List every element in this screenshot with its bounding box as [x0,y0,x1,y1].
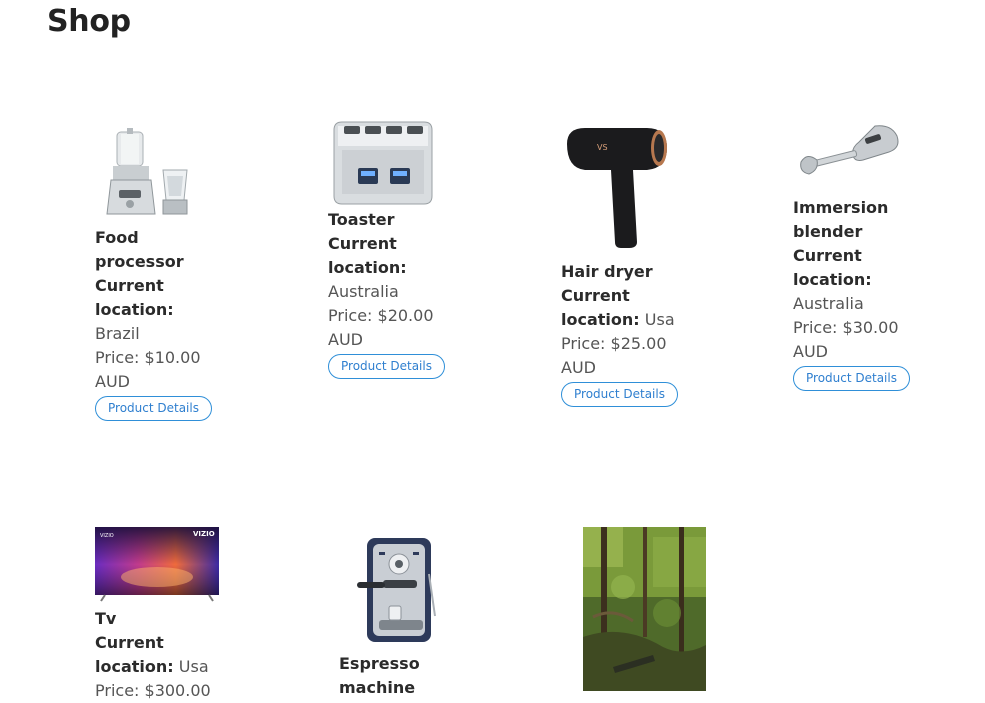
product-details-button[interactable]: Product Details [95,396,212,421]
product-location: Australia [793,294,864,313]
product-name: Toaster [328,210,395,229]
product-price: $20.00 [377,306,434,325]
current-location-label: Current location: [793,246,872,289]
product-name: Tv [95,609,117,628]
product-details-button[interactable]: Product Details [793,366,910,391]
product-card-immersion-blender: Immersion blender Current location: Aust… [793,122,918,391]
svg-text:VIZIO: VIZIO [100,533,114,539]
toaster-image[interactable] [328,116,438,206]
food-processor-image[interactable] [95,128,205,220]
product-card-toaster: Toaster Current location: Australia Pric… [328,116,453,379]
product-name: Food processor [95,228,184,271]
product-details-button[interactable]: Product Details [561,382,678,407]
svg-text:VS: VS [597,143,608,152]
product-name: Immersion blender [793,198,889,241]
product-card-food-processor: Food processor Current location: Brazil … [95,128,220,421]
product-location: Australia [328,282,399,301]
product-card-tv: VIZIO VIZIO Tv Current location: Usa Pri… [95,527,220,703]
product-currency: AUD [328,330,363,349]
price-label: Price: [561,334,606,353]
immersion-blender-image[interactable] [793,122,905,184]
forest-image[interactable] [583,527,706,691]
price-label: Price: [95,348,140,367]
current-location-label: Current location: [561,286,640,329]
product-currency: AUD [793,342,828,361]
product-card-hair-dryer: VS Hair dryer Current location: Usa Pric… [561,122,686,407]
product-info: Tv Current location: Usa Price: $300.00 [95,607,220,703]
product-currency: AUD [561,358,596,377]
product-location: Brazil [95,324,140,343]
product-details-button[interactable]: Product Details [328,354,445,379]
product-card-espresso-machine: Espresso machine [339,534,464,700]
price-label: Price: [328,306,373,325]
current-location-label: Current location: [95,276,174,319]
hair-dryer-image[interactable]: VS [561,122,673,250]
product-price: $10.00 [144,348,201,367]
tv-image[interactable]: VIZIO VIZIO [95,527,219,603]
svg-text:VIZIO: VIZIO [193,530,215,538]
product-location: Usa [178,657,209,676]
page-title: Shop [47,4,131,39]
product-price: $25.00 [610,334,667,353]
current-location-label: Current location: [328,234,407,277]
product-price: $30.00 [842,318,899,337]
product-currency: AUD [95,372,130,391]
product-info: Espresso machine [339,652,464,700]
product-name: Hair dryer [561,262,653,281]
price-label: Price: [793,318,838,337]
product-name: Espresso machine [339,654,420,697]
product-info: Food processor Current location: Brazil … [95,226,220,394]
product-info: Immersion blender Current location: Aust… [793,196,918,364]
product-location: Usa [644,310,675,329]
product-card-forest-image [583,527,708,691]
current-location-label: Current location: [95,633,174,676]
espresso-machine-image[interactable] [339,534,439,646]
product-info: Toaster Current location: Australia Pric… [328,208,453,352]
product-info: Hair dryer Current location: Usa Price: … [561,260,686,380]
